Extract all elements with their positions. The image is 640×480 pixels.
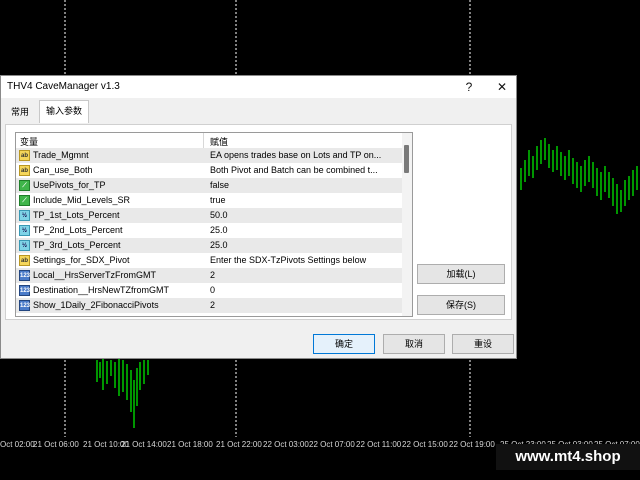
table-row[interactable]: ½ TP_1st_Lots_Percent 50.0 — [16, 208, 402, 223]
param-value[interactable]: true — [210, 195, 400, 205]
vertical-scrollbar[interactable] — [402, 133, 412, 316]
table-row[interactable]: ab Settings_for_SDX_Pivot Enter the SDX-… — [16, 253, 402, 268]
time-label: 21 Oct 06:00 — [33, 440, 79, 449]
tab-inputs[interactable]: 输入参数 — [39, 100, 90, 123]
param-value[interactable]: 25.0 — [210, 225, 400, 235]
table-header: 变量 赋值 — [16, 133, 402, 149]
parameters-table: 变量 赋值 ab Trade_Mgmnt EA opens trades bas… — [15, 132, 413, 317]
param-name: Settings_for_SDX_Pivot — [33, 255, 130, 265]
param-value[interactable]: Enter the SDX-TzPivots Settings below — [210, 255, 400, 265]
watermark: www.mt4.shop — [496, 444, 640, 470]
param-name: Can_use_Both — [33, 165, 93, 175]
column-header-value[interactable]: 赋值 — [210, 135, 228, 148]
table-row[interactable]: 123 Destination__HrsNewTZfromGMT 0 — [16, 283, 402, 298]
ea-properties-dialog: THV4 CaveManager v1.3 ? ✕ 常用 输入参数 变量 赋值 … — [0, 75, 517, 359]
time-label: 22 Oct 15:00 — [402, 440, 448, 449]
table-row[interactable]: ½ TP_2nd_Lots_Percent 25.0 — [16, 223, 402, 238]
param-name: Trade_Mgmnt — [33, 150, 89, 160]
column-divider[interactable] — [203, 133, 204, 148]
load-button[interactable]: 加载(L) — [417, 264, 505, 284]
param-value[interactable]: 50.0 — [210, 210, 400, 220]
dialog-title: THV4 CaveManager v1.3 — [7, 81, 120, 92]
time-label: 22 Oct 19:00 — [449, 440, 495, 449]
time-label: 21 Oct 18:00 — [167, 440, 213, 449]
double-icon: ½ — [19, 210, 30, 221]
param-name: Destination__HrsNewTZfromGMT — [33, 285, 170, 295]
param-name: Show_1Daily_2FibonacciPivots — [33, 300, 159, 310]
time-label: 22 Oct 07:00 — [309, 440, 355, 449]
table-row[interactable]: ab Can_use_Both Both Pivot and Batch can… — [16, 163, 402, 178]
param-name: TP_3rd_Lots_Percent — [33, 240, 121, 250]
table-row[interactable]: ab Trade_Mgmnt EA opens trades base on L… — [16, 148, 402, 163]
cancel-button[interactable]: 取消 — [383, 334, 445, 354]
table-row[interactable]: ⟋ Include_Mid_Levels_SR true — [16, 193, 402, 208]
time-label: 22 Oct 11:00 — [356, 440, 402, 449]
param-value[interactable]: false — [210, 180, 400, 190]
double-icon: ½ — [19, 225, 30, 236]
int-icon: 123 — [19, 285, 30, 296]
param-name: Include_Mid_Levels_SR — [33, 195, 131, 205]
double-icon: ½ — [19, 240, 30, 251]
candles-right — [520, 138, 638, 214]
reset-button[interactable]: 重设 — [452, 334, 514, 354]
tab-common[interactable]: 常用 — [5, 102, 35, 122]
param-value[interactable]: EA opens trades base on Lots and TP on..… — [210, 150, 400, 160]
table-row[interactable]: ½ TP_3rd_Lots_Percent 25.0 — [16, 238, 402, 253]
save-button[interactable]: 保存(S) — [417, 295, 505, 315]
param-name: TP_2nd_Lots_Percent — [33, 225, 123, 235]
string-icon: ab — [19, 150, 30, 161]
bool-icon: ⟋ — [19, 195, 30, 206]
help-button[interactable]: ? — [456, 78, 482, 96]
param-name: Local__HrsServerTzFromGMT — [33, 270, 157, 280]
tab-panel: 变量 赋值 ab Trade_Mgmnt EA opens trades bas… — [5, 124, 512, 320]
param-value[interactable]: 2 — [210, 270, 400, 280]
param-value[interactable]: Both Pivot and Batch can be combined t..… — [210, 165, 400, 175]
close-icon[interactable]: ✕ — [489, 78, 515, 96]
table-row[interactable]: ⟋ UsePivots_for_TP false — [16, 178, 402, 193]
param-value[interactable]: 2 — [210, 300, 400, 310]
param-value[interactable]: 0 — [210, 285, 400, 295]
table-row[interactable]: 123 Show_1Daily_2FibonacciPivots 2 — [16, 298, 402, 313]
tab-bar: 常用 输入参数 — [1, 98, 516, 124]
candles-left — [96, 358, 149, 428]
scrollbar-thumb[interactable] — [404, 145, 409, 173]
string-icon: ab — [19, 165, 30, 176]
int-icon: 123 — [19, 270, 30, 281]
ok-button[interactable]: 确定 — [313, 334, 375, 354]
time-label: Oct 02:00 — [0, 440, 35, 449]
time-label: 22 Oct 03:00 — [263, 440, 309, 449]
table-row[interactable]: 123 Local__HrsServerTzFromGMT 2 — [16, 268, 402, 283]
int-icon: 123 — [19, 300, 30, 311]
param-value[interactable]: 25.0 — [210, 240, 400, 250]
string-icon: ab — [19, 255, 30, 266]
title-bar[interactable]: THV4 CaveManager v1.3 ? ✕ — [1, 76, 516, 98]
bool-icon: ⟋ — [19, 180, 30, 191]
time-label: 21 Oct 22:00 — [216, 440, 262, 449]
param-name: TP_1st_Lots_Percent — [33, 210, 120, 220]
time-label: 21 Oct 14:00 — [121, 440, 167, 449]
column-header-variable[interactable]: 变量 — [20, 135, 38, 148]
param-name: UsePivots_for_TP — [33, 180, 106, 190]
